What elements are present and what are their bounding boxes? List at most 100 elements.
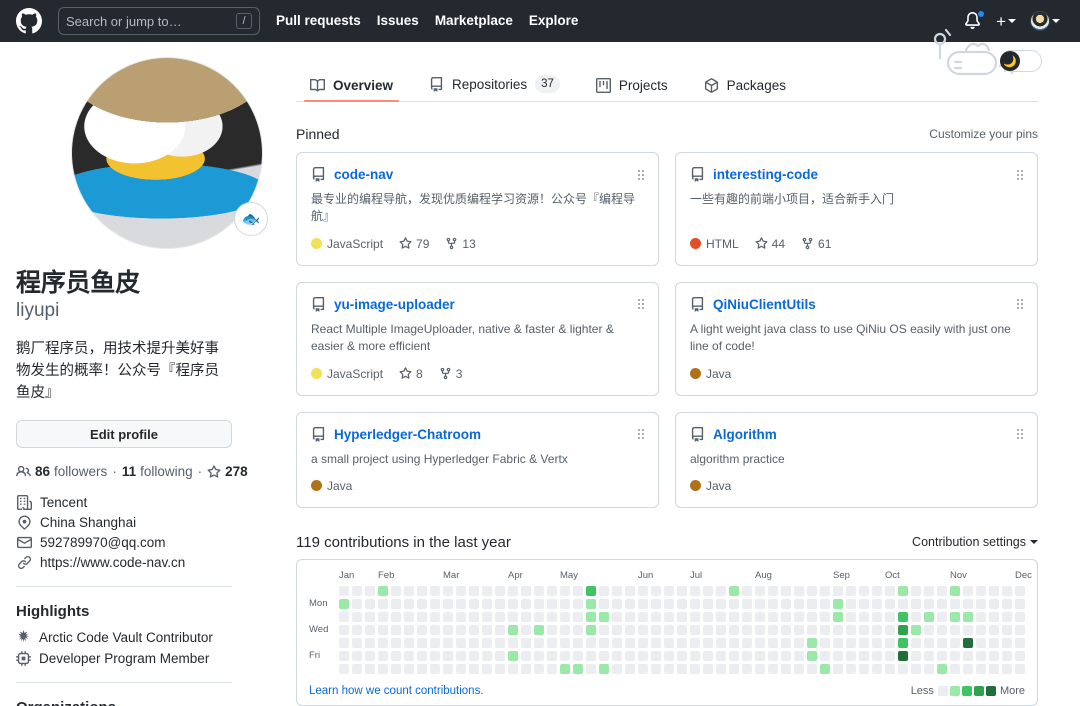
calendar-day-cell[interactable] [1002, 637, 1012, 648]
calendar-day-cell[interactable] [378, 585, 388, 596]
calendar-day-cell[interactable] [391, 611, 401, 622]
calendar-day-cell[interactable] [352, 598, 362, 609]
calendar-day-cell[interactable] [755, 598, 765, 609]
calendar-day-cell[interactable] [885, 637, 895, 648]
calendar-day-cell[interactable] [807, 637, 817, 648]
calendar-day-cell[interactable] [885, 624, 895, 635]
calendar-day-cell[interactable] [521, 585, 531, 596]
calendar-day-cell[interactable] [872, 585, 882, 596]
calendar-day-cell[interactable] [534, 598, 544, 609]
calendar-day-cell[interactable] [950, 611, 960, 622]
calendar-day-cell[interactable] [742, 624, 752, 635]
pinned-repo-card[interactable]: Hyperledger-Chatroom a small project usin… [296, 411, 659, 508]
calendar-day-cell[interactable] [339, 663, 349, 674]
calendar-day-cell[interactable] [950, 663, 960, 674]
calendar-day-cell[interactable] [820, 663, 830, 674]
calendar-day-cell[interactable] [599, 598, 609, 609]
calendar-day-cell[interactable] [885, 650, 895, 661]
calendar-day-cell[interactable] [430, 663, 440, 674]
calendar-day-cell[interactable] [859, 585, 869, 596]
calendar-day-cell[interactable] [872, 637, 882, 648]
calendar-day-cell[interactable] [833, 585, 843, 596]
calendar-day-cell[interactable] [612, 624, 622, 635]
calendar-day-cell[interactable] [612, 611, 622, 622]
calendar-day-cell[interactable] [638, 611, 648, 622]
calendar-day-cell[interactable] [638, 598, 648, 609]
calendar-day-cell[interactable] [911, 663, 921, 674]
calendar-day-cell[interactable] [508, 663, 518, 674]
pinned-repo-name[interactable]: Algorithm [713, 427, 777, 442]
calendar-day-cell[interactable] [950, 624, 960, 635]
calendar-day-cell[interactable] [339, 650, 349, 661]
calendar-day-cell[interactable] [612, 585, 622, 596]
calendar-day-cell[interactable] [1002, 663, 1012, 674]
calendar-day-cell[interactable] [859, 598, 869, 609]
calendar-day-cell[interactable] [469, 663, 479, 674]
calendar-day-cell[interactable] [911, 598, 921, 609]
calendar-day-cell[interactable] [469, 611, 479, 622]
calendar-day-cell[interactable] [781, 663, 791, 674]
calendar-day-cell[interactable] [378, 611, 388, 622]
calendar-day-cell[interactable] [495, 663, 505, 674]
drag-handle-icon[interactable] [1017, 299, 1023, 310]
calendar-day-cell[interactable] [664, 611, 674, 622]
calendar-day-cell[interactable] [703, 585, 713, 596]
status-badge[interactable]: 🐟 [234, 202, 268, 236]
repo-forks[interactable]: 13 [445, 237, 476, 251]
calendar-day-cell[interactable] [443, 598, 453, 609]
calendar-day-cell[interactable] [625, 624, 635, 635]
calendar-day-cell[interactable] [560, 585, 570, 596]
calendar-day-cell[interactable] [768, 650, 778, 661]
highlight-arctic-vault-text[interactable]: Arctic Code Vault Contributor [39, 630, 213, 645]
calendar-day-cell[interactable] [716, 650, 726, 661]
calendar-day-cell[interactable] [794, 650, 804, 661]
calendar-day-cell[interactable] [599, 663, 609, 674]
calendar-day-cell[interactable] [638, 637, 648, 648]
highlight-arctic-vault[interactable]: Arctic Code Vault Contributor [16, 630, 296, 645]
calendar-day-cell[interactable] [820, 650, 830, 661]
calendar-day-cell[interactable] [404, 650, 414, 661]
calendar-day-cell[interactable] [924, 637, 934, 648]
calendar-day-cell[interactable] [651, 585, 661, 596]
calendar-day-cell[interactable] [664, 650, 674, 661]
calendar-day-cell[interactable] [352, 663, 362, 674]
calendar-day-cell[interactable] [456, 650, 466, 661]
calendar-day-cell[interactable] [508, 611, 518, 622]
calendar-day-cell[interactable] [495, 650, 505, 661]
tab-projects[interactable]: Projects [582, 78, 682, 101]
drag-handle-icon[interactable] [638, 169, 644, 180]
calendar-day-cell[interactable] [534, 624, 544, 635]
calendar-day-cell[interactable] [963, 650, 973, 661]
calendar-day-cell[interactable] [820, 624, 830, 635]
calendar-day-cell[interactable] [716, 624, 726, 635]
calendar-day-cell[interactable] [651, 663, 661, 674]
pinned-repo-name[interactable]: QiNiuClientUtils [713, 297, 816, 312]
tab-overview[interactable]: Overview [296, 78, 407, 102]
calendar-day-cell[interactable] [950, 585, 960, 596]
pinned-repo-card[interactable]: interesting-code 一些有趣的前端小项目，适合新手入门 HTML 44 6… [675, 152, 1038, 266]
calendar-day-cell[interactable] [950, 598, 960, 609]
calendar-day-cell[interactable] [560, 611, 570, 622]
calendar-day-cell[interactable] [924, 598, 934, 609]
calendar-day-cell[interactable] [443, 650, 453, 661]
calendar-day-cell[interactable] [456, 637, 466, 648]
calendar-day-cell[interactable] [846, 598, 856, 609]
calendar-day-cell[interactable] [560, 650, 570, 661]
calendar-day-cell[interactable] [872, 624, 882, 635]
calendar-day-cell[interactable] [508, 637, 518, 648]
calendar-day-cell[interactable] [1002, 624, 1012, 635]
calendar-day-cell[interactable] [612, 650, 622, 661]
calendar-day-cell[interactable] [976, 650, 986, 661]
calendar-day-cell[interactable] [833, 611, 843, 622]
calendar-day-cell[interactable] [521, 650, 531, 661]
calendar-day-cell[interactable] [521, 624, 531, 635]
calendar-day-cell[interactable] [547, 663, 557, 674]
calendar-day-cell[interactable] [989, 637, 999, 648]
calendar-day-cell[interactable] [703, 624, 713, 635]
calendar-day-cell[interactable] [547, 598, 557, 609]
calendar-day-cell[interactable] [885, 598, 895, 609]
calendar-day-cell[interactable] [755, 663, 765, 674]
calendar-day-cell[interactable] [365, 624, 375, 635]
calendar-day-cell[interactable] [820, 611, 830, 622]
calendar-day-cell[interactable] [781, 624, 791, 635]
